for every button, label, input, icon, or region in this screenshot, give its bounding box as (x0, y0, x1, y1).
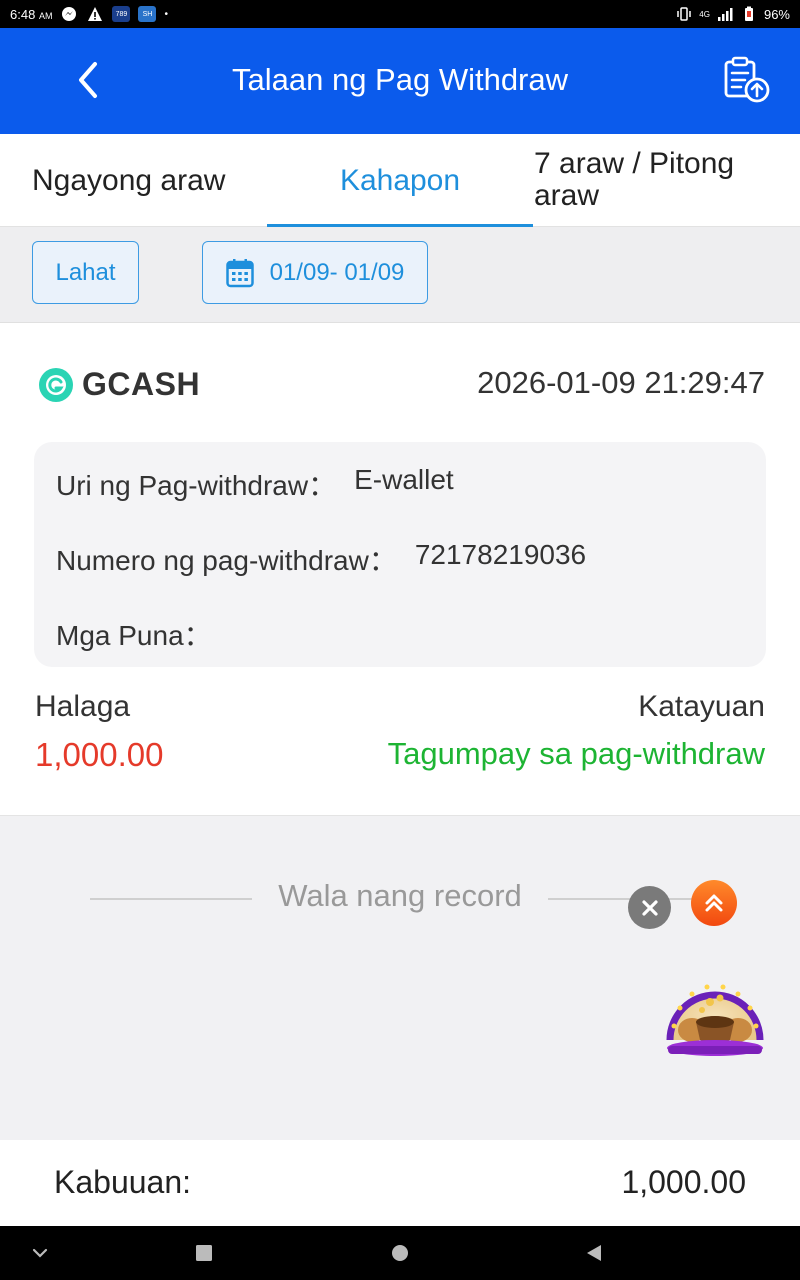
vibrate-icon (675, 6, 693, 22)
tab-yesterday-label: Kahapon (339, 163, 461, 197)
amount-label: Halaga (35, 690, 131, 723)
gcash-logo-icon (39, 367, 73, 402)
total-label: Kabuuan: (54, 1164, 192, 1200)
clipboard-upload-icon (724, 56, 770, 103)
nav-back-button[interactable] (581, 1240, 607, 1266)
withdraw-type-row: Uri ng Pag-withdraw： E-wallet (56, 464, 454, 504)
nav-collapse-button[interactable] (27, 1240, 53, 1266)
signal-icon (716, 6, 734, 22)
record-details: Uri ng Pag-withdraw： E-wallet Numero ng … (34, 442, 766, 667)
chevron-down-icon (32, 1248, 48, 1258)
warning-icon (86, 6, 104, 22)
withdraw-record-card: GCASH 2026-01-09 21:29:47 Uri ng Pag-wit… (0, 323, 800, 816)
filter-bar: Lahat 01/09- 01/09 (0, 227, 800, 323)
payment-method: GCASH (38, 366, 200, 403)
history-button[interactable] (718, 52, 774, 108)
withdraw-number-value: 72178219036 (414, 539, 587, 570)
status-value: Tagumpay sa pag-withdraw (387, 736, 765, 771)
remarks-row: Mga Puna： (56, 614, 230, 654)
status-bar: 6:48 AM 789 SH • 4G 96% (0, 0, 800, 28)
withdraw-number-label: Numero ng pag-withdraw： (56, 545, 397, 576)
withdraw-number-row: Numero ng pag-withdraw： 72178219036 (56, 539, 586, 579)
close-float-button[interactable] (628, 886, 671, 929)
status-bar-left: 6:48 AM 789 SH • (10, 6, 168, 22)
record-datetime: 2026-01-09 21:29:47 (477, 365, 765, 400)
status-time-ampm: AM (38, 10, 53, 21)
filter-all-button[interactable]: Lahat (32, 241, 139, 304)
double-chevron-up-icon (705, 894, 723, 912)
remarks-label: Mga Puna： (56, 620, 212, 651)
more-notifications-dot: • (164, 8, 168, 20)
withdraw-type-value: E-wallet (354, 464, 454, 495)
date-tabs: Ngayong araw Kahapon 7 araw / Pitong ara… (0, 134, 800, 228)
circle-icon (392, 1245, 408, 1261)
messenger-icon (60, 6, 78, 22)
calendar-icon (225, 258, 254, 287)
close-icon (641, 899, 658, 916)
summary-bar: Kabuuan: 1,000.00 (0, 1140, 800, 1226)
tab-yesterday[interactable]: Kahapon (267, 134, 533, 228)
network-type: 4G (699, 9, 710, 19)
app-badge-icon-2: SH (138, 6, 157, 22)
triangle-back-icon (587, 1245, 601, 1261)
nav-recents-button[interactable] (191, 1240, 217, 1266)
page-title: Talaan ng Pag Withdraw (231, 62, 569, 97)
tab-seven-days[interactable]: 7 araw / Pitong araw (534, 134, 784, 227)
app-badge-icon: 789 (112, 6, 131, 22)
date-range-button[interactable]: 01/09- 01/09 (202, 241, 428, 304)
status-time: 6:48 AM (10, 7, 52, 22)
scroll-top-button[interactable] (691, 880, 737, 926)
status-label: Katayuan (638, 690, 765, 723)
battery-icon (740, 6, 758, 22)
withdraw-type-label: Uri ng Pag-withdraw： (56, 470, 337, 501)
tab-today[interactable]: Ngayong araw (32, 134, 262, 227)
treasure-bowl-icon (666, 984, 764, 1056)
total-value: 1,000.00 (621, 1164, 746, 1200)
nav-home-button[interactable] (387, 1240, 413, 1266)
amount-value: 1,000.00 (35, 736, 164, 773)
no-more-records-text: Wala nang record (278, 878, 522, 913)
app-header: Talaan ng Pag Withdraw (0, 28, 800, 134)
promo-float-button[interactable] (662, 970, 768, 1062)
system-nav-bar (0, 1226, 800, 1280)
status-bar-right: 4G 96% (675, 6, 790, 22)
date-range-text: 01/09- 01/09 (269, 258, 405, 286)
square-icon (196, 1245, 212, 1261)
status-time-value: 6:48 (10, 6, 36, 22)
battery-level: 96% (763, 6, 790, 22)
payment-method-name: GCASH (82, 366, 201, 402)
